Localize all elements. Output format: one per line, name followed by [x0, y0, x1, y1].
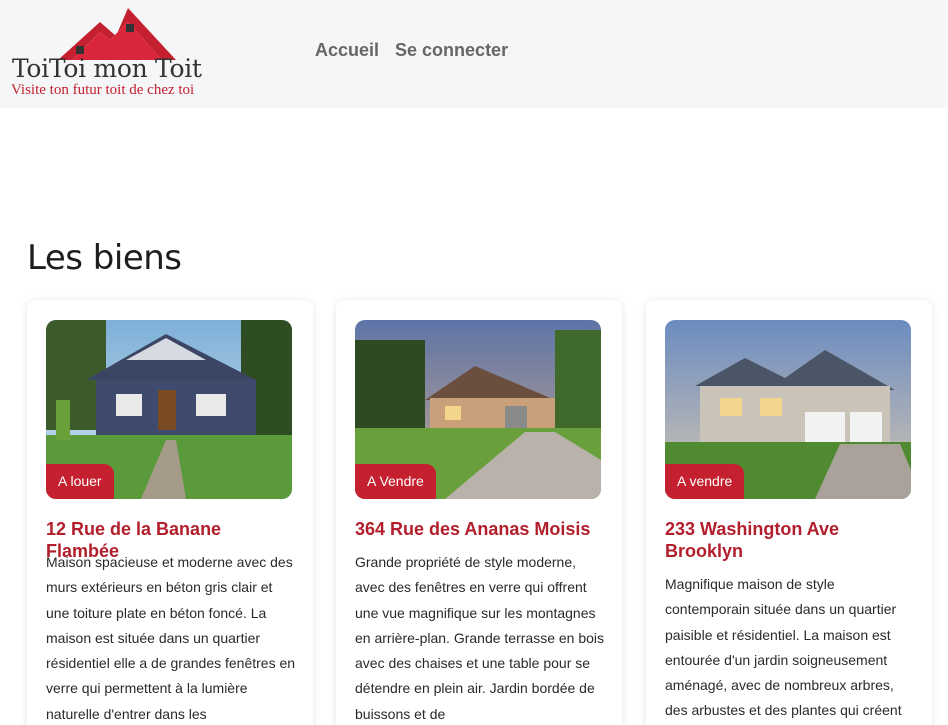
- site-logo[interactable]: ToiToi mon Toit Visite ton futur toit de…: [10, 6, 215, 102]
- house-roof-icon: [58, 8, 176, 60]
- property-card[interactable]: A Vendre 364 Rue des Ananas Moisis Grand…: [336, 300, 622, 725]
- logo-tagline: Visite ton futur toit de chez toi: [11, 82, 195, 98]
- property-card[interactable]: A louer 12 Rue de la Banane Flambée Mais…: [27, 300, 313, 725]
- main-nav: Accueil Se connecter: [315, 40, 508, 61]
- property-photo[interactable]: A vendre: [665, 320, 911, 499]
- property-photo[interactable]: A louer: [46, 320, 292, 499]
- property-card[interactable]: A vendre 233 Washington Ave Brooklyn Mag…: [646, 300, 932, 725]
- section-title: Les biens: [27, 238, 182, 278]
- property-description: Maison spacieuse et moderne avec des mur…: [46, 554, 296, 722]
- listing-type-badge: A Vendre: [355, 464, 436, 499]
- property-title[interactable]: 233 Washington Ave Brooklyn: [665, 518, 915, 562]
- listing-type-badge: A louer: [46, 464, 114, 499]
- nav-link-accueil[interactable]: Accueil: [315, 40, 379, 61]
- listing-type-badge: A vendre: [665, 464, 745, 499]
- property-description: Magnifique maison de style contemporain …: [665, 576, 902, 719]
- site-header: ToiToi mon Toit Visite ton futur toit de…: [0, 0, 948, 108]
- property-title[interactable]: 364 Rue des Ananas Moisis: [355, 518, 605, 540]
- nav-link-se-connecter[interactable]: Se connecter: [395, 40, 508, 61]
- property-photo[interactable]: A Vendre: [355, 320, 601, 499]
- property-description: Grande propriété de style moderne, avec …: [355, 554, 605, 722]
- logo-title: ToiToi mon Toit: [12, 54, 202, 83]
